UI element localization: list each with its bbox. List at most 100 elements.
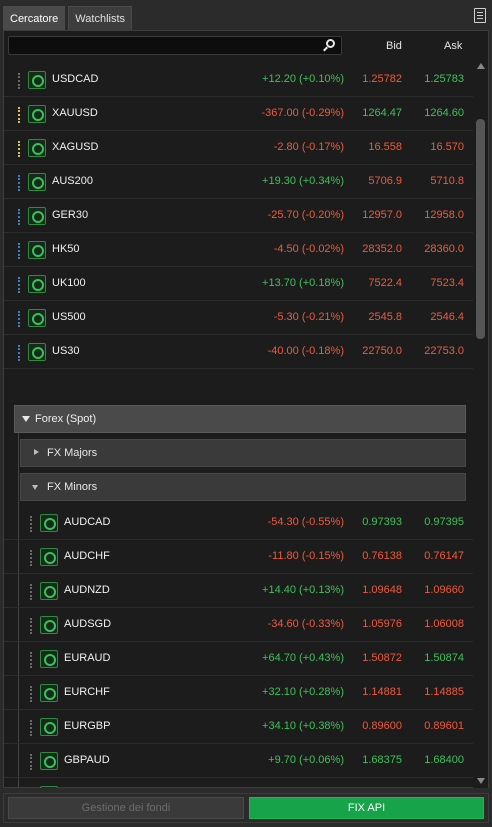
symbol-status-icon[interactable]	[40, 616, 58, 634]
symbol-status-icon[interactable]	[28, 207, 46, 225]
ask-price[interactable]: 1.14885	[424, 686, 464, 698]
clipboard-icon[interactable]	[474, 8, 486, 23]
symbol-row[interactable]: US500 -5.30 (-0.21%) 2545.8 2546.4	[4, 301, 474, 335]
symbol-name: HK50	[52, 243, 80, 255]
symbol-row[interactable]: GBPAUD +9.70 (+0.06%) 1.68375 1.68400	[4, 744, 474, 778]
symbol-row[interactable]: XAUUSD -367.00 (-0.29%) 1264.47 1264.60	[4, 97, 474, 131]
symbol-name: EURCHF	[64, 686, 110, 698]
symbol-panel: Bid Ask Forex (Spot) FX Majors FX Minors…	[3, 30, 489, 788]
ask-price[interactable]: 1264.60	[424, 107, 464, 119]
symbol-status-icon[interactable]	[28, 139, 46, 157]
daily-change: +12.20 (+0.10%)	[262, 73, 344, 85]
scrollbar[interactable]	[473, 59, 488, 788]
ask-price[interactable]: 0.97395	[424, 516, 464, 528]
subgroup-fx-majors[interactable]: FX Majors	[20, 439, 466, 467]
ask-price[interactable]: 5710.8	[430, 175, 464, 187]
ask-price[interactable]: 2546.4	[430, 311, 464, 323]
symbol-row[interactable]: EURGBP +34.10 (+0.38%) 0.89600 0.89601	[4, 710, 474, 744]
ask-price[interactable]: 12958.0	[424, 209, 464, 221]
symbol-status-icon[interactable]	[28, 275, 46, 293]
symbol-status-icon[interactable]	[28, 309, 46, 327]
bid-price[interactable]: 0.97393	[362, 516, 402, 528]
group-forex-spot[interactable]: Forex (Spot)	[14, 405, 466, 433]
symbol-name: XAGUSD	[52, 141, 99, 153]
symbol-status-icon[interactable]	[28, 71, 46, 89]
symbol-row[interactable]: HK50 -4.50 (-0.02%) 28352.0 28360.0	[4, 233, 474, 267]
bid-price[interactable]: 1.25782	[362, 73, 402, 85]
search-input[interactable]	[8, 36, 342, 55]
daily-change: +64.70 (+0.43%)	[262, 652, 344, 664]
ask-price[interactable]: 1.09660	[424, 584, 464, 596]
bid-price[interactable]: 2545.8	[368, 311, 402, 323]
bid-price[interactable]: 1.09648	[362, 584, 402, 596]
bid-price[interactable]: 28352.0	[362, 243, 402, 255]
symbol-name: AUDCAD	[64, 516, 111, 528]
ask-price[interactable]: 7523.4	[430, 277, 464, 289]
symbol-row[interactable]: EURAUD +64.70 (+0.43%) 1.50872 1.50874	[4, 642, 474, 676]
symbol-row[interactable]: AUDCAD -54.30 (-0.55%) 0.97393 0.97395	[4, 506, 474, 540]
ask-price[interactable]: 0.76147	[424, 550, 464, 562]
symbol-status-icon[interactable]	[28, 241, 46, 259]
symbol-name: GBPAUD	[64, 754, 110, 766]
symbol-status-icon[interactable]	[40, 650, 58, 668]
bid-column-header: Bid	[386, 40, 402, 52]
bid-price[interactable]: 12957.0	[362, 209, 402, 221]
bid-price[interactable]: 0.76138	[362, 550, 402, 562]
bid-price[interactable]: 22750.0	[362, 345, 402, 357]
symbol-row[interactable]: USDCAD +12.20 (+0.10%) 1.25782 1.25783	[4, 63, 474, 97]
ask-price[interactable]: 1.06008	[424, 618, 464, 630]
tab-cercatore[interactable]: Cercatore	[3, 6, 66, 30]
bid-price[interactable]: 1.50872	[362, 652, 402, 664]
bid-price[interactable]: 1.05976	[362, 618, 402, 630]
symbol-status-icon[interactable]	[28, 173, 46, 191]
symbol-row[interactable]: US30 -40.00 (-0.18%) 22750.0 22753.0	[4, 335, 474, 369]
symbol-row[interactable]: AUDNZD +14.40 (+0.13%) 1.09648 1.09660	[4, 574, 474, 608]
bid-price[interactable]: 1.14881	[362, 686, 402, 698]
row-marker	[18, 311, 20, 327]
symbol-status-icon[interactable]	[40, 582, 58, 600]
ask-price[interactable]: 22753.0	[424, 345, 464, 357]
bid-price[interactable]: 16.558	[368, 141, 402, 153]
symbol-status-icon[interactable]	[28, 105, 46, 123]
ask-price[interactable]: 16.570	[430, 141, 464, 153]
ask-price[interactable]: 1.50874	[424, 652, 464, 664]
ask-price[interactable]: 0.89601	[424, 720, 464, 732]
symbol-status-icon[interactable]	[40, 684, 58, 702]
row-marker	[18, 243, 20, 259]
search-icon[interactable]	[326, 39, 335, 48]
row-marker	[30, 516, 32, 532]
scroll-down-icon[interactable]	[477, 778, 485, 784]
symbol-row[interactable]: EURCHF +32.10 (+0.28%) 1.14881 1.14885	[4, 676, 474, 710]
scroll-thumb[interactable]	[476, 119, 485, 339]
bid-price[interactable]: 5706.9	[368, 175, 402, 187]
symbol-row[interactable]: AUDCHF -11.80 (-0.15%) 0.76138 0.76147	[4, 540, 474, 574]
symbol-row[interactable]: UK100 +13.70 (+0.18%) 7522.4 7523.4	[4, 267, 474, 301]
scroll-up-icon[interactable]	[477, 63, 485, 69]
symbol-status-icon[interactable]	[40, 752, 58, 770]
subgroup-label: FX Majors	[47, 447, 98, 459]
bid-price[interactable]: 1.68375	[362, 754, 402, 766]
row-marker	[30, 584, 32, 600]
symbol-status-icon[interactable]	[40, 514, 58, 532]
symbol-status-icon[interactable]	[28, 343, 46, 361]
bid-price[interactable]: 7522.4	[368, 277, 402, 289]
symbol-row[interactable]: GBPCHF-12.30 (-0.10%)1.282061.28219	[4, 778, 474, 788]
ask-price[interactable]: 1.68400	[424, 754, 464, 766]
subgroup-fx-minors[interactable]: FX Minors	[20, 473, 466, 501]
symbol-status-icon[interactable]	[40, 786, 58, 788]
manage-funds-button[interactable]: Gestione dei fondi	[8, 797, 244, 819]
bid-price[interactable]: 1264.47	[362, 107, 402, 119]
symbol-row[interactable]: AUS200 +19.30 (+0.34%) 5706.9 5710.8	[4, 165, 474, 199]
symbol-status-icon[interactable]	[40, 718, 58, 736]
symbol-status-icon[interactable]	[40, 548, 58, 566]
symbol-row[interactable]: XAGUSD -2.80 (-0.17%) 16.558 16.570	[4, 131, 474, 165]
row-marker	[30, 550, 32, 566]
daily-change: -54.30 (-0.55%)	[267, 516, 344, 528]
symbol-row[interactable]: GER30 -25.70 (-0.20%) 12957.0 12958.0	[4, 199, 474, 233]
ask-price[interactable]: 28360.0	[424, 243, 464, 255]
symbol-row[interactable]: AUDSGD -34.60 (-0.33%) 1.05976 1.06008	[4, 608, 474, 642]
fix-api-button[interactable]: FIX API	[249, 797, 484, 819]
bid-price[interactable]: 0.89600	[362, 720, 402, 732]
ask-price[interactable]: 1.25783	[424, 73, 464, 85]
tab-watchlists[interactable]: Watchlists	[68, 6, 133, 30]
